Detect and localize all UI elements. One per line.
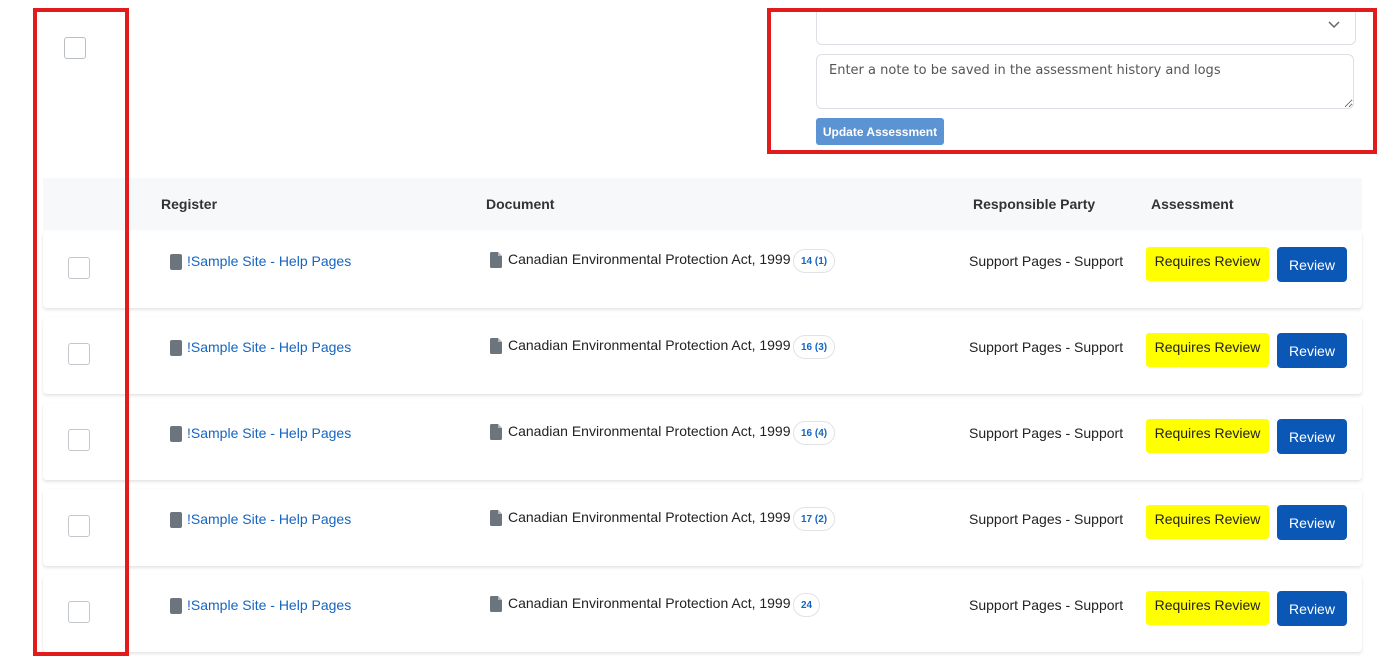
register-link[interactable]: !Sample Site - Help Pages: [187, 597, 351, 613]
table-row: !Sample Site - Help Pages Canadian Envir…: [43, 575, 1362, 652]
row-select-checkbox[interactable]: [68, 515, 90, 537]
chevron-down-icon: [1328, 21, 1340, 29]
register-link[interactable]: !Sample Site - Help Pages: [187, 425, 351, 441]
table-row: !Sample Site - Help Pages Canadian Envir…: [43, 489, 1362, 566]
row-select-checkbox[interactable]: [68, 429, 90, 451]
status-badge: Requires Review: [1146, 505, 1269, 539]
document-file-icon: [490, 510, 502, 526]
register-doc-icon: [170, 512, 182, 528]
register-link[interactable]: !Sample Site - Help Pages: [187, 511, 351, 527]
document-title: Canadian Environmental Protection Act, 1…: [508, 423, 791, 439]
review-button[interactable]: Review: [1277, 419, 1347, 454]
register-link[interactable]: !Sample Site - Help Pages: [187, 339, 351, 355]
register-link[interactable]: !Sample Site - Help Pages: [187, 253, 351, 269]
document-file-icon: [490, 252, 502, 268]
document-count-badge[interactable]: 16 (4): [793, 421, 836, 445]
review-button[interactable]: Review: [1277, 333, 1347, 368]
responsible-party: Support Pages - Support: [969, 597, 1124, 613]
document-title: Canadian Environmental Protection Act, 1…: [508, 251, 791, 267]
document-file-icon: [490, 338, 502, 354]
row-select-checkbox[interactable]: [68, 257, 90, 279]
register-doc-icon: [170, 254, 182, 270]
status-badge: Requires Review: [1146, 419, 1269, 453]
status-badge: Requires Review: [1146, 333, 1269, 367]
column-header-register: Register: [161, 196, 218, 212]
document-file-icon: [490, 424, 502, 440]
review-button[interactable]: Review: [1277, 247, 1347, 282]
column-header-document: Document: [486, 196, 555, 212]
column-header-assessment: Assessment: [1151, 196, 1234, 212]
document-title: Canadian Environmental Protection Act, 1…: [508, 595, 791, 611]
assessment-note-input[interactable]: [816, 54, 1354, 109]
document-file-icon: [490, 596, 502, 612]
row-select-checkbox[interactable]: [68, 343, 90, 365]
register-doc-icon: [170, 426, 182, 442]
responsible-party: Support Pages - Support: [969, 253, 1124, 269]
document-count-badge[interactable]: 17 (2): [793, 507, 836, 531]
document-count-badge[interactable]: 14 (1): [793, 249, 836, 273]
status-badge: Requires Review: [1146, 247, 1269, 281]
document-count-badge[interactable]: 16 (3): [793, 335, 836, 359]
table-row: !Sample Site - Help Pages Canadian Envir…: [43, 231, 1362, 308]
select-all-checkbox[interactable]: [64, 37, 86, 59]
document-title: Canadian Environmental Protection Act, 1…: [508, 337, 791, 353]
table-row: !Sample Site - Help Pages Canadian Envir…: [43, 403, 1362, 480]
responsible-party: Support Pages - Support: [969, 425, 1124, 441]
review-button[interactable]: Review: [1277, 591, 1347, 626]
update-assessment-button[interactable]: Update Assessment: [816, 118, 944, 145]
column-header-responsible-party: Responsible Party: [973, 196, 1096, 212]
assessment-select[interactable]: [816, 8, 1356, 45]
status-badge: Requires Review: [1146, 591, 1269, 625]
responsible-party: Support Pages - Support: [969, 511, 1124, 527]
document-title: Canadian Environmental Protection Act, 1…: [508, 509, 791, 525]
row-select-checkbox[interactable]: [68, 601, 90, 623]
responsible-party: Support Pages - Support: [969, 339, 1124, 355]
table-row: !Sample Site - Help Pages Canadian Envir…: [43, 317, 1362, 394]
document-count-badge[interactable]: 24: [793, 593, 821, 617]
review-button[interactable]: Review: [1277, 505, 1347, 540]
register-doc-icon: [170, 598, 182, 614]
register-doc-icon: [170, 340, 182, 356]
